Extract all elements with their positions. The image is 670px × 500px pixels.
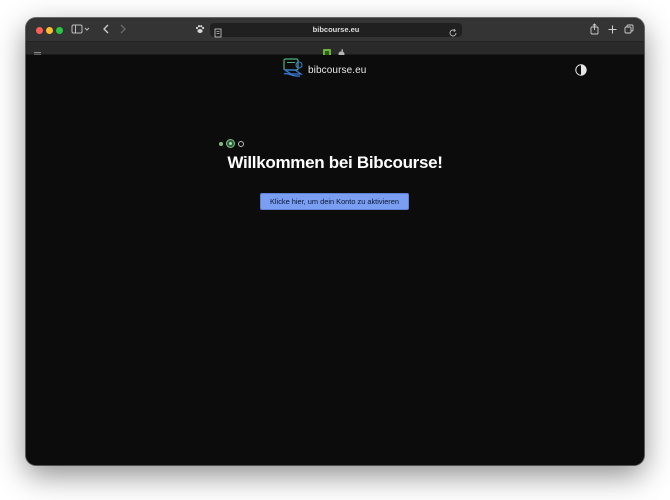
reload-icon[interactable] (449, 25, 458, 43)
share-icon[interactable] (589, 22, 599, 36)
window-close-button[interactable] (36, 27, 43, 34)
logo-icon (282, 58, 304, 83)
logo-text: bibcourse.eu (308, 65, 367, 76)
sidebar-icon[interactable] (71, 22, 91, 36)
welcome-heading: Willkommen bei Bibcourse! (227, 153, 443, 172)
paw-icon[interactable] (194, 22, 206, 36)
favorites-bar (26, 42, 644, 58)
theme-toggle-icon[interactable] (575, 63, 587, 76)
activate-account-button[interactable]: Klicke hier, um dein Konto zu aktivieren (260, 193, 409, 210)
chevron-left-icon[interactable] (101, 22, 111, 36)
site-logo[interactable]: bibcourse.eu (282, 58, 366, 83)
plus-icon[interactable] (607, 22, 617, 36)
progress-steps (219, 140, 248, 147)
browser-toolbar: bibcourse.eu (26, 18, 644, 42)
address-bar[interactable]: bibcourse.eu (210, 23, 462, 38)
url-text: bibcourse.eu (312, 25, 360, 34)
window-maximize-button[interactable] (56, 27, 63, 34)
tab-overview-icon[interactable] (624, 22, 634, 36)
step-indicator-upcoming (238, 140, 244, 147)
window-minimize-button[interactable] (46, 27, 53, 34)
step-indicator-completed (219, 141, 223, 146)
chevron-right-icon[interactable] (118, 22, 128, 36)
browser-window: bibcourse.eu bibcourse.eu Willkommen bei… (26, 18, 644, 465)
step-indicator-current (227, 140, 234, 147)
page-content: bibcourse.eu Willkommen bei Bibcourse! K… (26, 55, 644, 465)
